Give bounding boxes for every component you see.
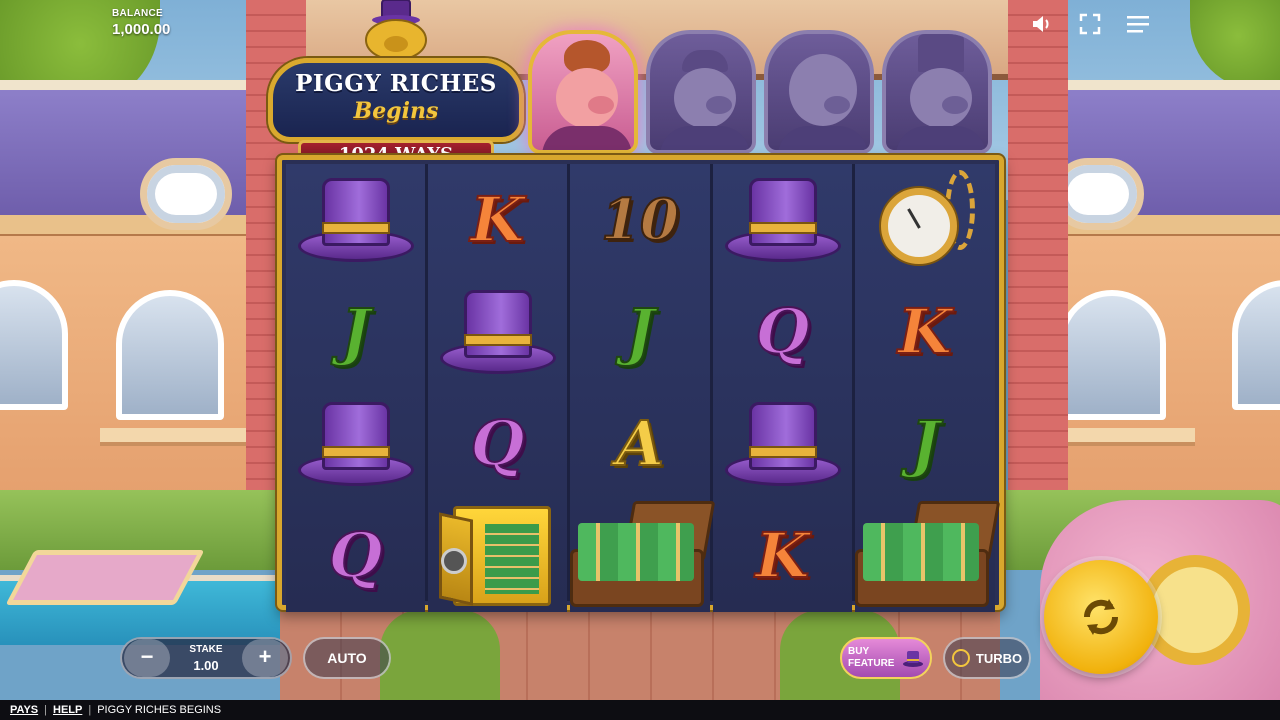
balance-display: BALANCE 1,000.00 bbox=[112, 8, 170, 38]
pig-body bbox=[542, 126, 632, 150]
reel-cell bbox=[713, 164, 852, 276]
symbol-q: Q bbox=[469, 407, 525, 480]
pocket-watch-symbol-icon bbox=[875, 170, 975, 270]
symbol-a: A bbox=[615, 407, 665, 480]
pig-body bbox=[660, 126, 750, 150]
cash-briefcase-symbol-icon bbox=[570, 501, 716, 611]
reel-4: QK bbox=[713, 164, 852, 612]
top-hat-symbol-icon bbox=[297, 174, 414, 266]
buy-feature-label: BUY FEATURE bbox=[848, 646, 895, 669]
symbol-10: 10 bbox=[600, 187, 680, 253]
character-portraits bbox=[528, 30, 992, 154]
reel-2: KQ bbox=[428, 164, 567, 612]
pig-mascot-icon bbox=[356, 0, 436, 61]
stake-increase-button[interactable]: + bbox=[242, 639, 288, 677]
hedge bbox=[380, 610, 500, 700]
brick-pillar-right bbox=[1008, 0, 1068, 540]
reel-cell: J bbox=[570, 276, 710, 388]
symbol-q: Q bbox=[754, 295, 810, 368]
top-hat bbox=[918, 34, 964, 72]
reel-cell: Q bbox=[286, 500, 425, 612]
symbol-k: K bbox=[755, 519, 811, 592]
pig-body bbox=[896, 126, 986, 150]
reel-cell: K bbox=[713, 500, 852, 612]
spin-button[interactable] bbox=[1044, 560, 1158, 674]
auto-play-button[interactable]: AUTO bbox=[303, 637, 391, 679]
footer-bar: PAYS | HELP | PIGGY RICHES BEGINS bbox=[0, 700, 1280, 720]
top-hat-symbol-icon bbox=[297, 398, 414, 490]
cash-briefcase-symbol-icon bbox=[855, 501, 1001, 611]
oval-window-left bbox=[140, 158, 232, 230]
turbo-gauge-icon bbox=[951, 649, 970, 667]
reel-cell: 10 bbox=[570, 164, 710, 276]
top-hat-symbol-icon bbox=[724, 398, 841, 490]
symbol-q: Q bbox=[327, 519, 383, 592]
reel-cell: Q bbox=[713, 276, 852, 388]
symbol-j: J bbox=[340, 295, 371, 368]
speaker-icon[interactable] bbox=[1030, 12, 1054, 36]
reel-3: 10 J A bbox=[570, 164, 716, 612]
logo-subtitle: Begins bbox=[353, 98, 439, 124]
gold-safe-symbol-icon bbox=[438, 500, 557, 612]
auto-label: AUTO bbox=[327, 650, 367, 666]
balance-label: BALANCE bbox=[112, 8, 163, 19]
fullscreen-icon[interactable] bbox=[1078, 12, 1102, 36]
reel-cell bbox=[286, 388, 425, 500]
symbol-k: K bbox=[470, 183, 526, 256]
pig-body bbox=[778, 126, 868, 150]
buy-feature-button[interactable]: BUY FEATURE bbox=[840, 637, 932, 679]
reel-cell: A bbox=[570, 388, 710, 500]
turbo-button[interactable]: TURBO bbox=[943, 637, 1031, 679]
reel-1: JQ bbox=[286, 164, 425, 612]
reel-cell: K bbox=[428, 164, 567, 276]
spin-arrows-icon bbox=[1083, 599, 1119, 635]
pig-snout bbox=[706, 96, 732, 114]
logo-title: PIGGY RICHES bbox=[295, 70, 497, 97]
diving-board bbox=[5, 550, 205, 605]
pig-snout bbox=[824, 96, 850, 114]
pays-link[interactable]: PAYS bbox=[10, 700, 38, 720]
help-link[interactable]: HELP bbox=[53, 700, 82, 720]
symbol-k: K bbox=[897, 295, 953, 368]
portrait-top-hat-pig bbox=[882, 30, 992, 154]
top-hat-symbol-icon bbox=[439, 286, 556, 378]
reel-cell bbox=[855, 500, 1001, 612]
game-name: PIGGY RICHES BEGINS bbox=[97, 704, 222, 716]
reel-cell bbox=[428, 276, 567, 388]
pig-face bbox=[789, 54, 857, 126]
portrait-bald-pig bbox=[764, 30, 874, 154]
window-ledge bbox=[100, 428, 250, 446]
reel-cell: J bbox=[286, 276, 425, 388]
symbol-j: J bbox=[909, 407, 940, 480]
pig-snout bbox=[942, 96, 968, 114]
turbo-label: TURBO bbox=[975, 650, 1023, 666]
portrait-red-haired-pig bbox=[528, 30, 638, 154]
balance-value: 1,000.00 bbox=[112, 21, 171, 38]
arch-window bbox=[116, 290, 224, 420]
top-toolbar bbox=[1030, 12, 1150, 36]
footer-separator: | bbox=[44, 704, 47, 716]
reel-5: KJ bbox=[855, 164, 1001, 612]
menu-icon[interactable] bbox=[1126, 12, 1150, 36]
reel-cell: K bbox=[855, 276, 995, 388]
top-hat-icon bbox=[903, 651, 923, 667]
reel-cell bbox=[570, 500, 716, 612]
top-hat-symbol-icon bbox=[724, 174, 841, 266]
reel-cell: Q bbox=[428, 388, 567, 500]
reel-cell: J bbox=[855, 388, 995, 500]
reel-cell bbox=[713, 388, 852, 500]
portrait-flat-cap-pig bbox=[646, 30, 756, 154]
reel-grid: J Q K Q 10 J A Q K K J bbox=[286, 164, 1001, 612]
reel-cell bbox=[286, 164, 425, 276]
roof-left bbox=[0, 80, 280, 230]
reel-cell bbox=[428, 500, 567, 612]
reels-frame: J Q K Q 10 J A Q K K J bbox=[277, 155, 1004, 612]
arch-window bbox=[1058, 290, 1166, 420]
stake-control: − STAKE 1.00 + bbox=[120, 637, 292, 679]
game-logo: PIGGY RICHES Begins 1024 WAYS bbox=[268, 0, 524, 170]
symbol-j: J bbox=[624, 295, 655, 368]
footer-separator: | bbox=[88, 704, 92, 716]
reel-cell bbox=[855, 164, 995, 276]
pig-snout bbox=[588, 96, 614, 114]
